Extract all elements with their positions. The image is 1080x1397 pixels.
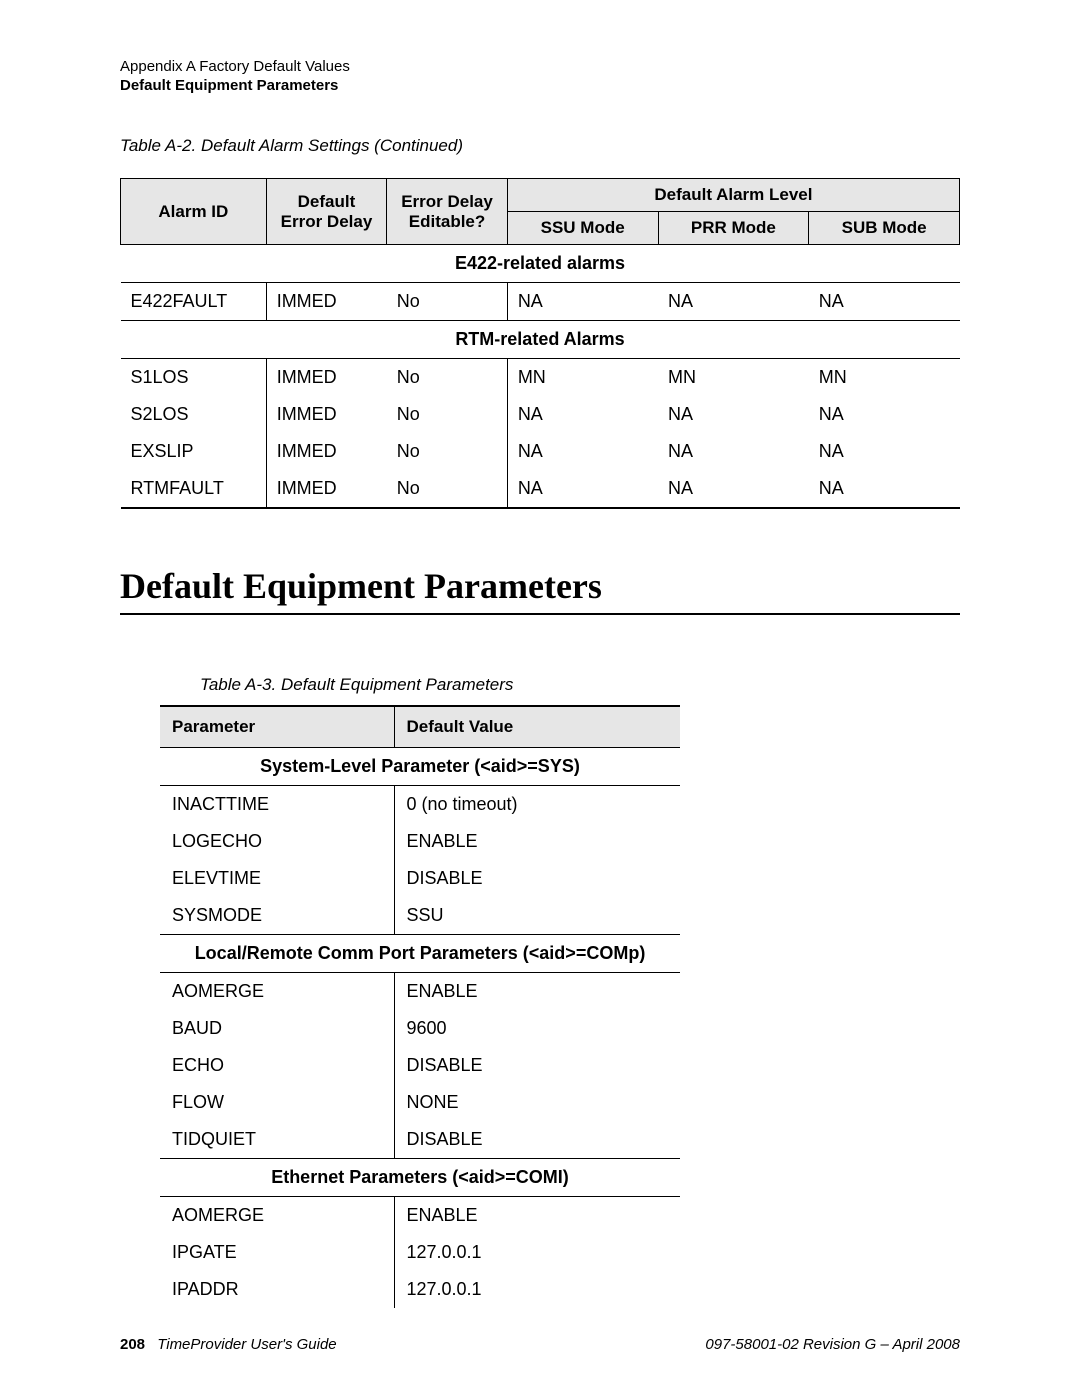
col-parameter: Parameter	[160, 706, 394, 748]
table-cell: RTMFAULT	[121, 470, 267, 508]
equipment-parameters-table: Parameter Default Value System-Level Par…	[160, 705, 680, 1308]
table-a2-caption: Table A-2. Default Alarm Settings (Conti…	[120, 136, 960, 156]
param-value: 0 (no timeout)	[394, 786, 680, 824]
col-default-error-delay: Default Error Delay	[266, 179, 387, 245]
table-cell: IMMED	[266, 433, 387, 470]
param-section-title: Local/Remote Comm Port Parameters (<aid>…	[160, 935, 680, 973]
alarm-settings-table: Alarm ID Default Error Delay Error Delay…	[120, 178, 960, 509]
param-value: ENABLE	[394, 973, 680, 1011]
col-sub-mode: SUB Mode	[809, 212, 960, 245]
table-cell: No	[387, 470, 508, 508]
col-alarm-id: Alarm ID	[121, 179, 267, 245]
table-cell: NA	[507, 396, 658, 433]
table-cell: NA	[507, 433, 658, 470]
param-name: IPGATE	[160, 1234, 394, 1271]
param-name: TIDQUIET	[160, 1121, 394, 1159]
table-cell: MN	[507, 359, 658, 397]
table-cell: E422FAULT	[121, 283, 267, 321]
param-section-title: System-Level Parameter (<aid>=SYS)	[160, 748, 680, 786]
table-cell: No	[387, 433, 508, 470]
param-name: FLOW	[160, 1084, 394, 1121]
col-error-delay-editable: Error Delay Editable?	[387, 179, 508, 245]
table-cell: No	[387, 396, 508, 433]
table-cell: NA	[658, 470, 809, 508]
param-value: NONE	[394, 1084, 680, 1121]
param-value: 127.0.0.1	[394, 1234, 680, 1271]
param-value: DISABLE	[394, 860, 680, 897]
param-name: SYSMODE	[160, 897, 394, 935]
table-cell: NA	[809, 433, 960, 470]
table-cell: MN	[809, 359, 960, 397]
table-cell: NA	[658, 396, 809, 433]
col-default-value: Default Value	[394, 706, 680, 748]
page-footer: 208 TimeProvider User's Guide 097-58001-…	[120, 1336, 960, 1353]
running-header-line1: Appendix A Factory Default Values	[120, 58, 960, 75]
param-name: ECHO	[160, 1047, 394, 1084]
table-section-title: E422-related alarms	[121, 245, 960, 283]
param-name: ELEVTIME	[160, 860, 394, 897]
param-value: DISABLE	[394, 1047, 680, 1084]
table-cell: MN	[658, 359, 809, 397]
param-value: DISABLE	[394, 1121, 680, 1159]
table-section-title: RTM-related Alarms	[121, 321, 960, 359]
table-cell: NA	[507, 470, 658, 508]
param-name: IPADDR	[160, 1271, 394, 1308]
table-cell: S2LOS	[121, 396, 267, 433]
footer-book-title: TimeProvider User's Guide	[157, 1336, 336, 1353]
param-name: LOGECHO	[160, 823, 394, 860]
col-default-alarm-level: Default Alarm Level	[507, 179, 959, 212]
footer-revision: 097-58001-02 Revision G – April 2008	[705, 1336, 960, 1353]
param-value: 9600	[394, 1010, 680, 1047]
table-cell: S1LOS	[121, 359, 267, 397]
table-cell: NA	[809, 396, 960, 433]
page-number: 208	[120, 1336, 145, 1353]
table-cell: EXSLIP	[121, 433, 267, 470]
param-value: 127.0.0.1	[394, 1271, 680, 1308]
table-cell: NA	[809, 283, 960, 321]
table-cell: IMMED	[266, 470, 387, 508]
param-name: INACTTIME	[160, 786, 394, 824]
table-cell: NA	[507, 283, 658, 321]
param-name: AOMERGE	[160, 1197, 394, 1235]
param-value: SSU	[394, 897, 680, 935]
param-value: ENABLE	[394, 823, 680, 860]
running-header-line2: Default Equipment Parameters	[120, 77, 960, 94]
param-value: ENABLE	[394, 1197, 680, 1235]
table-cell: NA	[658, 283, 809, 321]
table-cell: IMMED	[266, 283, 387, 321]
table-cell: No	[387, 283, 508, 321]
table-cell: IMMED	[266, 359, 387, 397]
param-name: AOMERGE	[160, 973, 394, 1011]
col-ssu-mode: SSU Mode	[507, 212, 658, 245]
table-a3-caption: Table A-3. Default Equipment Parameters	[200, 675, 960, 695]
table-cell: No	[387, 359, 508, 397]
table-cell: NA	[658, 433, 809, 470]
col-prr-mode: PRR Mode	[658, 212, 809, 245]
table-cell: IMMED	[266, 396, 387, 433]
table-cell: NA	[809, 470, 960, 508]
section-heading: Default Equipment Parameters	[120, 565, 960, 615]
param-section-title: Ethernet Parameters (<aid>=COMI)	[160, 1159, 680, 1197]
param-name: BAUD	[160, 1010, 394, 1047]
